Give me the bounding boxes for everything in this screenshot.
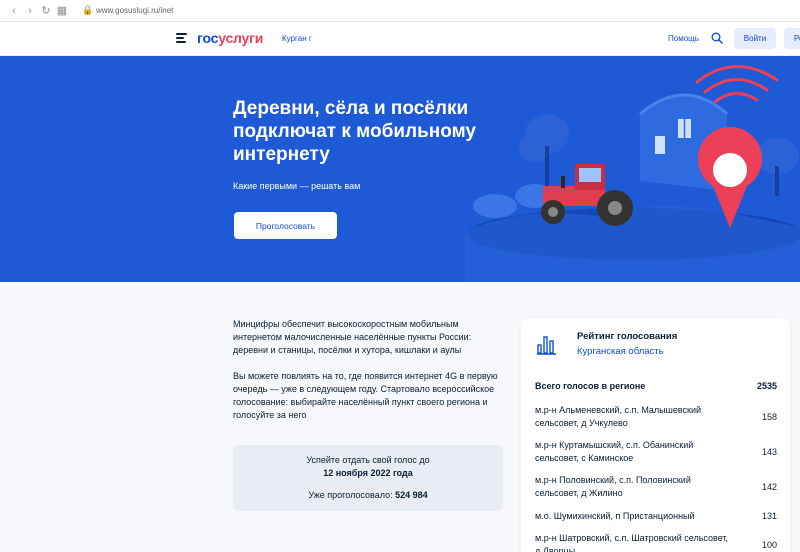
rating-row[interactable]: м.р-н Альменевский, с.п. Малышевский сел… <box>535 404 777 430</box>
village-illustration <box>465 65 800 282</box>
reload-icon[interactable]: ↻ <box>38 4 54 17</box>
city-selector[interactable]: Курган г <box>282 34 312 43</box>
back-icon[interactable]: ‹ <box>6 5 22 17</box>
register-button[interactable]: Ре <box>784 28 800 49</box>
intro-text: Минцифры обеспечит высокоскоростным моби… <box>233 319 472 355</box>
hero-subtitle: Какие первыми — решать вам <box>233 181 361 191</box>
browser-toolbar: ‹ › ↻ ▦ 🔒 www.gosuslugi.ru/inet <box>0 0 800 22</box>
deadline-text: Успейте отдать свой голос до <box>306 455 430 465</box>
login-button[interactable]: Войти <box>734 28 776 49</box>
vote-button[interactable]: Проголосовать <box>234 212 337 239</box>
content-section: Минцифры обеспечит высокоскоростным моби… <box>0 282 800 552</box>
help-link[interactable]: Помощь <box>668 34 699 43</box>
lock-icon: 🔒 <box>82 5 94 15</box>
rating-row[interactable]: м.р-н Шатровский, с.п. Шатровский сельсо… <box>535 532 777 552</box>
hero-banner: Деревни, сёла и посёлки подключат к моби… <box>0 56 800 282</box>
bar-chart-icon <box>537 336 556 355</box>
rating-region[interactable]: Курганская область <box>577 346 664 357</box>
rating-row[interactable]: м.р-н Куртамышский, с.п. Обанинский сель… <box>535 439 777 465</box>
rating-title: Рейтинг голосования <box>577 331 678 342</box>
deadline-box: Успейте отдать свой голос до 12 ноября 2… <box>233 445 503 511</box>
logo[interactable]: госуслуги <box>197 30 263 46</box>
deadline-date: 12 ноября 2022 года <box>323 468 413 478</box>
search-icon[interactable] <box>711 32 723 44</box>
apps-grid-icon[interactable]: ▦ <box>54 4 70 17</box>
total-votes: Всего голосов в регионе 2535 <box>535 381 777 391</box>
rating-row[interactable]: м.р-н Половинский, с.п. Половинский сель… <box>535 474 777 500</box>
info-text: Вы можете повлиять на то, где появится и… <box>233 371 498 420</box>
forward-icon[interactable]: › <box>22 5 38 17</box>
address-bar[interactable]: www.gosuslugi.ru/inet <box>96 6 173 15</box>
menu-icon[interactable] <box>176 33 187 43</box>
rating-card: Рейтинг голосования Курганская область В… <box>521 318 790 552</box>
site-header: госуслуги Курган г Помощь Войти Ре <box>0 22 800 56</box>
rating-row[interactable]: м.о. Шумихинский, п Пристанционный 131 <box>535 510 777 523</box>
voted-counter: Уже проголосовало: 524 984 <box>308 490 428 500</box>
